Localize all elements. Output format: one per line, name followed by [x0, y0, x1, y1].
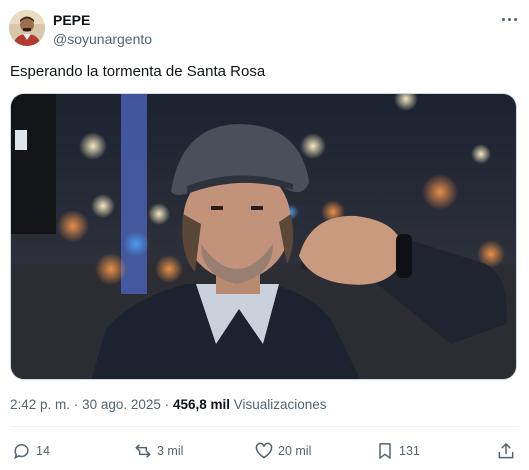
author-handle[interactable]: @soyunargento — [53, 31, 152, 47]
tweet-actions-bar: 14 3 mil 20 mil 131 — [0, 440, 529, 462]
author-name[interactable]: PEPE — [53, 12, 90, 28]
tweet-media-photo[interactable] — [10, 93, 517, 380]
share-icon — [496, 441, 516, 461]
bookmark-button[interactable]: 131 — [375, 440, 420, 462]
dot — [513, 17, 517, 21]
bookmark-icon — [375, 441, 395, 461]
views-label: Visualizaciones — [233, 397, 327, 412]
repost-count: 3 mil — [157, 444, 184, 458]
avatar[interactable] — [9, 10, 45, 46]
reply-icon — [12, 441, 32, 461]
like-button[interactable]: 20 mil — [254, 440, 311, 462]
share-button[interactable] — [496, 440, 516, 462]
reply-count: 14 — [36, 444, 50, 458]
repost-button[interactable]: 3 mil — [133, 440, 183, 462]
repost-icon — [133, 441, 153, 461]
views-count: 456,8 mil — [172, 397, 230, 412]
divider — [10, 426, 519, 427]
dot — [501, 17, 505, 21]
meta-separator: · — [164, 397, 170, 412]
meta-separator: · — [73, 397, 79, 412]
tweet-date[interactable]: 30 ago. 2025 — [82, 397, 161, 412]
reply-button[interactable]: 14 — [12, 440, 50, 462]
more-options-icon[interactable] — [497, 10, 521, 28]
bookmark-count: 131 — [399, 444, 420, 458]
tweet-time[interactable]: 2:42 p. m. — [10, 397, 70, 412]
heart-icon — [254, 441, 274, 461]
tweet-text: Esperando la tormenta de Santa Rosa — [10, 63, 266, 80]
tweet-metadata: 2:42 p. m. · 30 ago. 2025 · 456,8 mil Vi… — [10, 397, 327, 412]
dot — [507, 17, 511, 21]
like-count: 20 mil — [278, 444, 312, 458]
tweet: PEPE @soyunargento Esperando la tormenta… — [0, 0, 529, 470]
